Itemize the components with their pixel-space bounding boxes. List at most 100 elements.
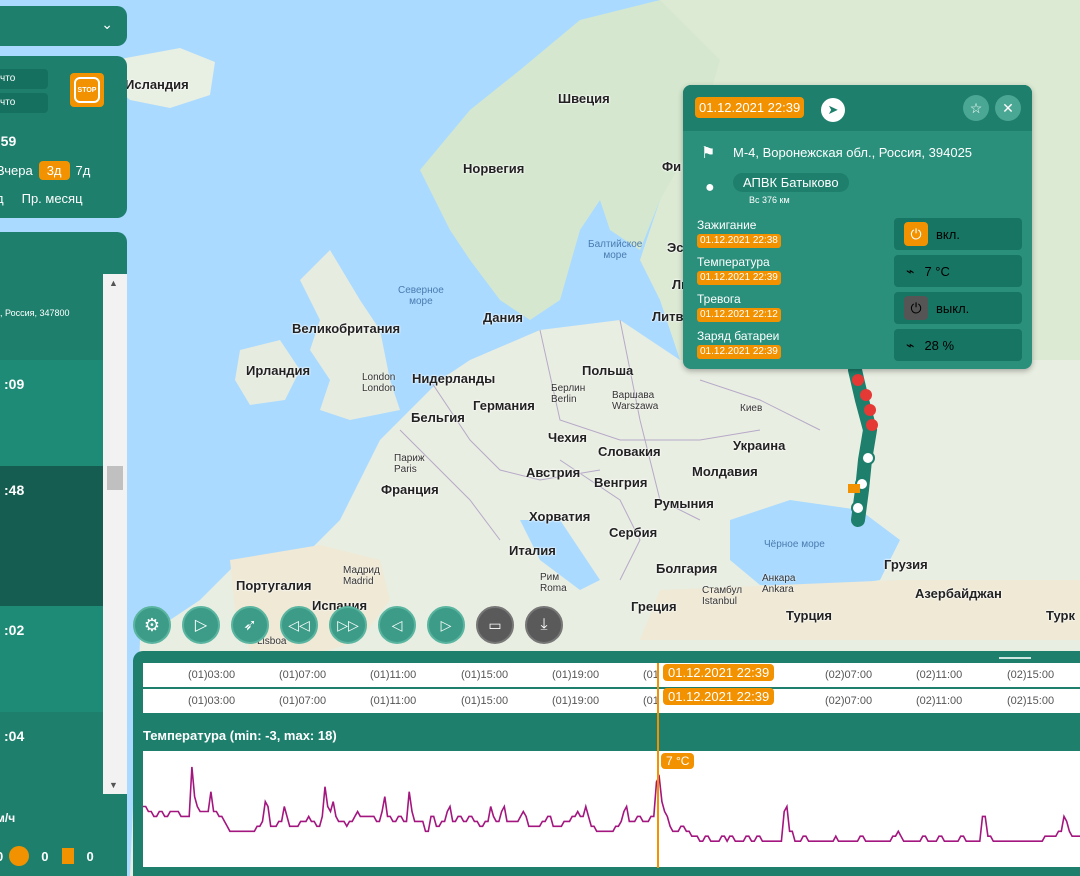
city-label: Мадрид Madrid	[343, 565, 380, 587]
sensor-name: Зажигание	[697, 218, 757, 232]
fuel-icon	[9, 846, 30, 866]
timeline-tick: (01)03:00	[188, 695, 236, 707]
power-icon: ⏻	[904, 222, 928, 246]
country-label: Литв	[652, 309, 684, 324]
settings-icon[interactable]: ⚙	[133, 606, 171, 644]
country-label: Греция	[631, 599, 677, 614]
country-label: Франция	[381, 482, 439, 497]
list-item[interactable]: :02	[0, 606, 103, 712]
sensor-value-ignition: ⏻ вкл.	[894, 218, 1022, 250]
scrollbar-thumb[interactable]	[107, 466, 123, 490]
sea-label: Северное море	[398, 285, 444, 307]
list-item[interactable]: :48	[0, 466, 103, 606]
prev-icon[interactable]: ◁	[378, 606, 416, 644]
list-item[interactable]: :09	[0, 360, 103, 466]
country-label: Ирландия	[246, 363, 311, 378]
timeline-tick: (01)07:00	[279, 669, 327, 681]
country-label: Исландия	[125, 77, 189, 92]
country-label: Словакия	[598, 444, 661, 459]
pulse-icon: ⌁	[906, 262, 915, 279]
timeline-tick: (02)07:00	[825, 669, 873, 681]
timeline-tick: (01)19:00	[552, 695, 600, 707]
country-label: Фи	[662, 159, 682, 174]
quick-button-1[interactable]: чтo	[0, 69, 48, 89]
fast-forward-icon[interactable]: ▷▷	[329, 606, 367, 644]
city-label: Берлин Berlin	[551, 383, 586, 405]
sensor-name: Тревога	[697, 292, 741, 306]
country-label: Турция	[786, 608, 833, 623]
timeline-tick: (01)19:00	[552, 669, 600, 681]
country-label: Дания	[483, 310, 523, 325]
sensor-time: 01.12.2021 22:39	[697, 345, 781, 359]
sea-label: Чёрное море	[764, 539, 825, 550]
video-icon[interactable]: ▭	[476, 606, 514, 644]
next-icon[interactable]: ▷	[427, 606, 465, 644]
timeline-tick: (01)11:00	[370, 695, 417, 707]
city-label: Анкара Ankara	[762, 573, 796, 595]
address-text: , Россия, 347800	[0, 308, 70, 318]
city-label: Киев	[740, 403, 763, 414]
close-icon[interactable]: ✕	[995, 95, 1021, 121]
period-3d[interactable]: 3д	[38, 161, 70, 180]
temperature-series-line	[143, 766, 1080, 843]
sensor-name: Заряд батареи	[697, 329, 780, 343]
timeline-tick: (02)07:00	[825, 695, 873, 707]
timeline-panel: (01)03:00 (01)07:00 (01)11:00 (01)15:00 (01)…	[133, 651, 1080, 876]
city-label: London London	[362, 372, 396, 394]
object-select-dropdown[interactable]: ⌄	[0, 6, 127, 46]
country-label: Польша	[582, 363, 634, 378]
cursor-label: 01.12.2021 22:39	[663, 688, 775, 705]
sea-label: Балтийское море	[588, 239, 643, 261]
sensor-value-battery: ⌁ 28 %	[894, 329, 1022, 361]
country-label: Румыния	[654, 496, 714, 511]
period-7d[interactable]: 7д	[76, 163, 91, 178]
drag-handle[interactable]	[999, 657, 1031, 659]
timeline-tick: (02)11:00	[916, 669, 963, 681]
rewind-icon[interactable]: ◁◁	[280, 606, 318, 644]
sensor-value-temperature: ⌁ 7 °C	[894, 255, 1022, 287]
place-badge[interactable]: АПВК Батыково	[733, 173, 849, 192]
country-label: Молдавия	[692, 464, 758, 479]
sensor-time: 01.12.2021 22:12	[697, 308, 781, 322]
rocket-icon[interactable]: ➶	[231, 606, 269, 644]
period-prev-month[interactable]: Пр. месяц	[22, 191, 83, 206]
distance-text: Вс 376 км	[749, 195, 790, 205]
pulse-icon: ⌁	[906, 336, 915, 353]
canister-icon	[62, 848, 75, 864]
timeline-tick: (01)07:00	[279, 695, 327, 707]
city-label: Рим Roma	[540, 572, 567, 594]
chart-title: Температура (min: -3, max: 18)	[143, 728, 337, 743]
sensor-time: 01.12.2021 22:39	[697, 271, 781, 285]
cursor-label: 01.12.2021 22:39	[663, 664, 775, 681]
download-icon[interactable]: ⤓	[525, 606, 563, 644]
period-month[interactable]: д	[0, 191, 4, 206]
quick-button-2[interactable]: чтo	[0, 93, 48, 113]
country-label: Великобритания	[292, 321, 401, 336]
stop-button[interactable]: STOP	[70, 73, 104, 107]
country-label: Венгрия	[594, 475, 648, 490]
period-yesterday[interactable]: Вчера	[0, 163, 33, 178]
stop-icon: STOP	[74, 77, 100, 103]
country-label: Нидерланды	[412, 371, 496, 386]
sensor-value-alarm: ⏻ выкл.	[894, 292, 1022, 324]
location-pin-icon: ●	[705, 179, 715, 196]
country-label: Украина	[733, 438, 786, 453]
country-label: Швеция	[558, 91, 610, 106]
timeline-tick: (01)15:00	[461, 695, 509, 707]
country-label: Сербия	[609, 525, 658, 540]
star-icon[interactable]: ☆	[963, 95, 989, 121]
chart-area[interactable]	[143, 751, 1080, 867]
timeline-tick: (02)15:00	[1007, 695, 1055, 707]
list-item[interactable]: :04	[0, 712, 103, 792]
play-icon[interactable]: ▷	[182, 606, 220, 644]
popup-address: М-4, Воронежская обл., Россия, 394025	[733, 145, 973, 160]
country-label: Чехия	[548, 430, 587, 445]
direction-icon: ➤	[821, 98, 845, 122]
time-cursor[interactable]	[657, 663, 659, 868]
country-label: Португалия	[236, 578, 312, 593]
popup-datetime: 01.12.2021 22:39	[695, 97, 805, 118]
country-label: Бельгия	[411, 410, 465, 425]
country-label: Грузия	[884, 557, 928, 572]
timeline-tick: (01)03:00	[188, 669, 236, 681]
scrollbar[interactable]: ▲ ▼	[103, 274, 127, 794]
